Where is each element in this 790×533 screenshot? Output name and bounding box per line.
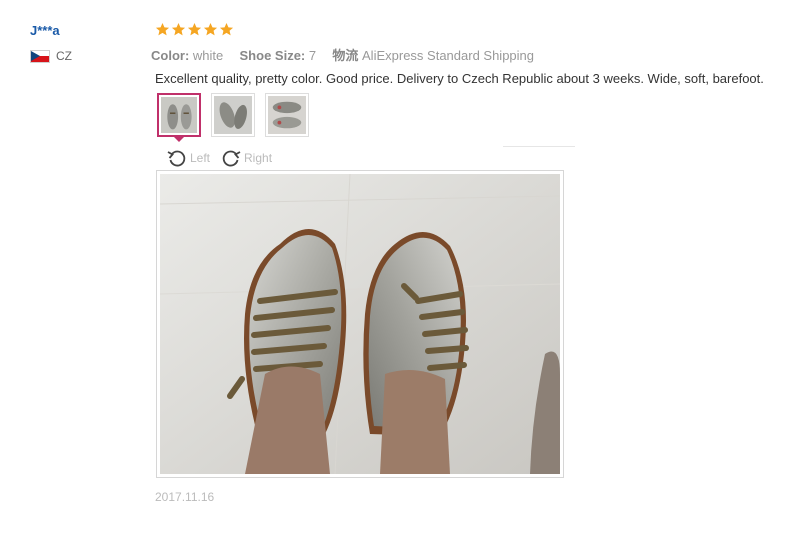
rotate-right-button[interactable]: Right	[220, 148, 272, 168]
star-icon	[187, 22, 202, 36]
photo-thumbnail[interactable]	[157, 93, 201, 142]
star-icon	[155, 22, 170, 36]
photo-thumbnail[interactable]	[265, 93, 309, 137]
attr-color-key: Color:	[151, 48, 190, 63]
order-attributes: Color: white Shoe Size: 7 物流 AliExpress …	[151, 45, 534, 64]
rotate-right-icon	[222, 150, 241, 167]
rotate-left-button[interactable]: Left	[166, 148, 210, 168]
attr-color-value: white	[192, 48, 224, 63]
rotate-right-label: Right	[244, 151, 273, 165]
star-icon	[219, 22, 234, 36]
attr-size-key: Shoe Size:	[239, 48, 306, 63]
review-photo[interactable]	[156, 170, 564, 478]
photo-thumbnail[interactable]	[211, 93, 255, 137]
rotate-controls: Left Right	[166, 148, 272, 168]
attr-size-value: 7	[308, 48, 317, 63]
photo-thumbnails	[157, 93, 309, 142]
czech-flag-icon	[30, 49, 50, 63]
review-photo-image	[160, 174, 560, 474]
country-code: CZ	[56, 49, 72, 63]
star-icon	[203, 22, 218, 36]
user-country: CZ	[30, 49, 72, 63]
star-rating	[155, 22, 234, 37]
review-date: 2017.11.16	[155, 490, 215, 504]
rotate-left-icon	[167, 150, 186, 167]
rotate-left-label: Left	[190, 151, 211, 165]
user-name[interactable]: J***a	[30, 23, 60, 38]
divider	[503, 146, 575, 147]
attr-shipping-value: AliExpress Standard Shipping	[362, 48, 535, 63]
attr-shipping-key: 物流	[332, 48, 359, 63]
star-icon	[171, 22, 186, 36]
review-text: Excellent quality, pretty color. Good pr…	[155, 71, 764, 86]
